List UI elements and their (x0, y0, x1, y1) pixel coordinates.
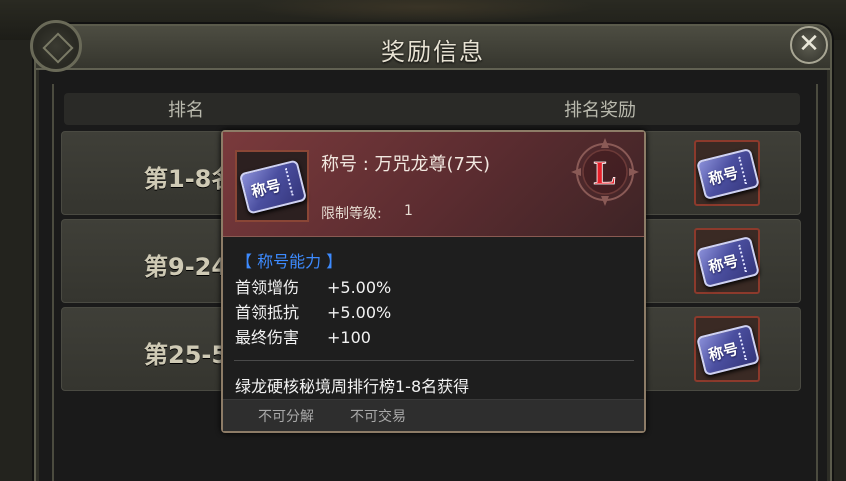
column-header-reward: 排名奖励 (564, 100, 636, 121)
ticket-label: 称号 (249, 176, 283, 202)
untradeable-tag: 不可交易 (350, 409, 406, 425)
ticket-label: 称号 (706, 251, 741, 277)
tooltip-footer: 不可分解 不可交易 (223, 399, 644, 431)
tooltip-header: 称号 称号 : 万咒龙尊(7天) 限制等级: 1 L (223, 132, 644, 237)
item-tooltip: 称号 称号 : 万咒龙尊(7天) 限制等级: 1 L 【 称号能力 】 首领增伤… (221, 130, 646, 433)
tooltip-item-frame: 称号 (235, 150, 309, 222)
stat-name: 首领增伤 (235, 278, 300, 297)
undecomposable-tag: 不可分解 (258, 409, 314, 425)
item-title: 称号 : 万咒龙尊(7天) (321, 154, 491, 175)
column-header-rank: 排名 (168, 100, 204, 121)
reward-slot[interactable]: 称号 (694, 140, 761, 206)
reward-slot[interactable]: 称号 (694, 316, 761, 382)
stat-row: 首领增伤 +5.00% (235, 274, 391, 298)
legendary-grade-icon: L (571, 138, 639, 206)
panel-header: 奖励信息 (36, 26, 830, 70)
item-source-text: 绿龙硬核秘境周排行榜1-8名获得 (235, 377, 470, 396)
title-ticket-icon: 称号 (238, 159, 308, 215)
grade-letter: L (594, 155, 617, 192)
title-ticket-icon: 称号 (695, 235, 761, 289)
close-button[interactable]: ✕ (790, 26, 828, 64)
reward-slot[interactable]: 称号 (694, 228, 761, 294)
stat-value: +100 (327, 328, 371, 347)
stat-name: 首领抵抗 (235, 303, 300, 322)
level-requirement-value: 1 (404, 203, 413, 219)
stat-name: 最终伤害 (235, 328, 300, 347)
stat-value: +5.00% (327, 303, 392, 322)
stat-row: 首领抵抗 +5.00% (235, 299, 391, 323)
background-banner (250, 0, 596, 22)
stat-row: 最终伤害 +100 (235, 324, 371, 348)
title-ticket-icon: 称号 (695, 323, 761, 377)
ranking-table-header: 排名 排名奖励 (64, 93, 800, 125)
game-background-left (0, 40, 38, 481)
ability-section-title: 【 称号能力 】 (236, 252, 343, 271)
ticket-label: 称号 (706, 163, 741, 189)
stat-value: +5.00% (327, 278, 392, 297)
divider (234, 360, 634, 361)
title-ticket-icon: 称号 (695, 147, 761, 201)
level-requirement-label: 限制等级: (321, 206, 382, 222)
corner-ornament-icon (30, 20, 82, 72)
panel-title: 奖励信息 (381, 38, 485, 66)
ticket-label: 称号 (706, 339, 741, 365)
